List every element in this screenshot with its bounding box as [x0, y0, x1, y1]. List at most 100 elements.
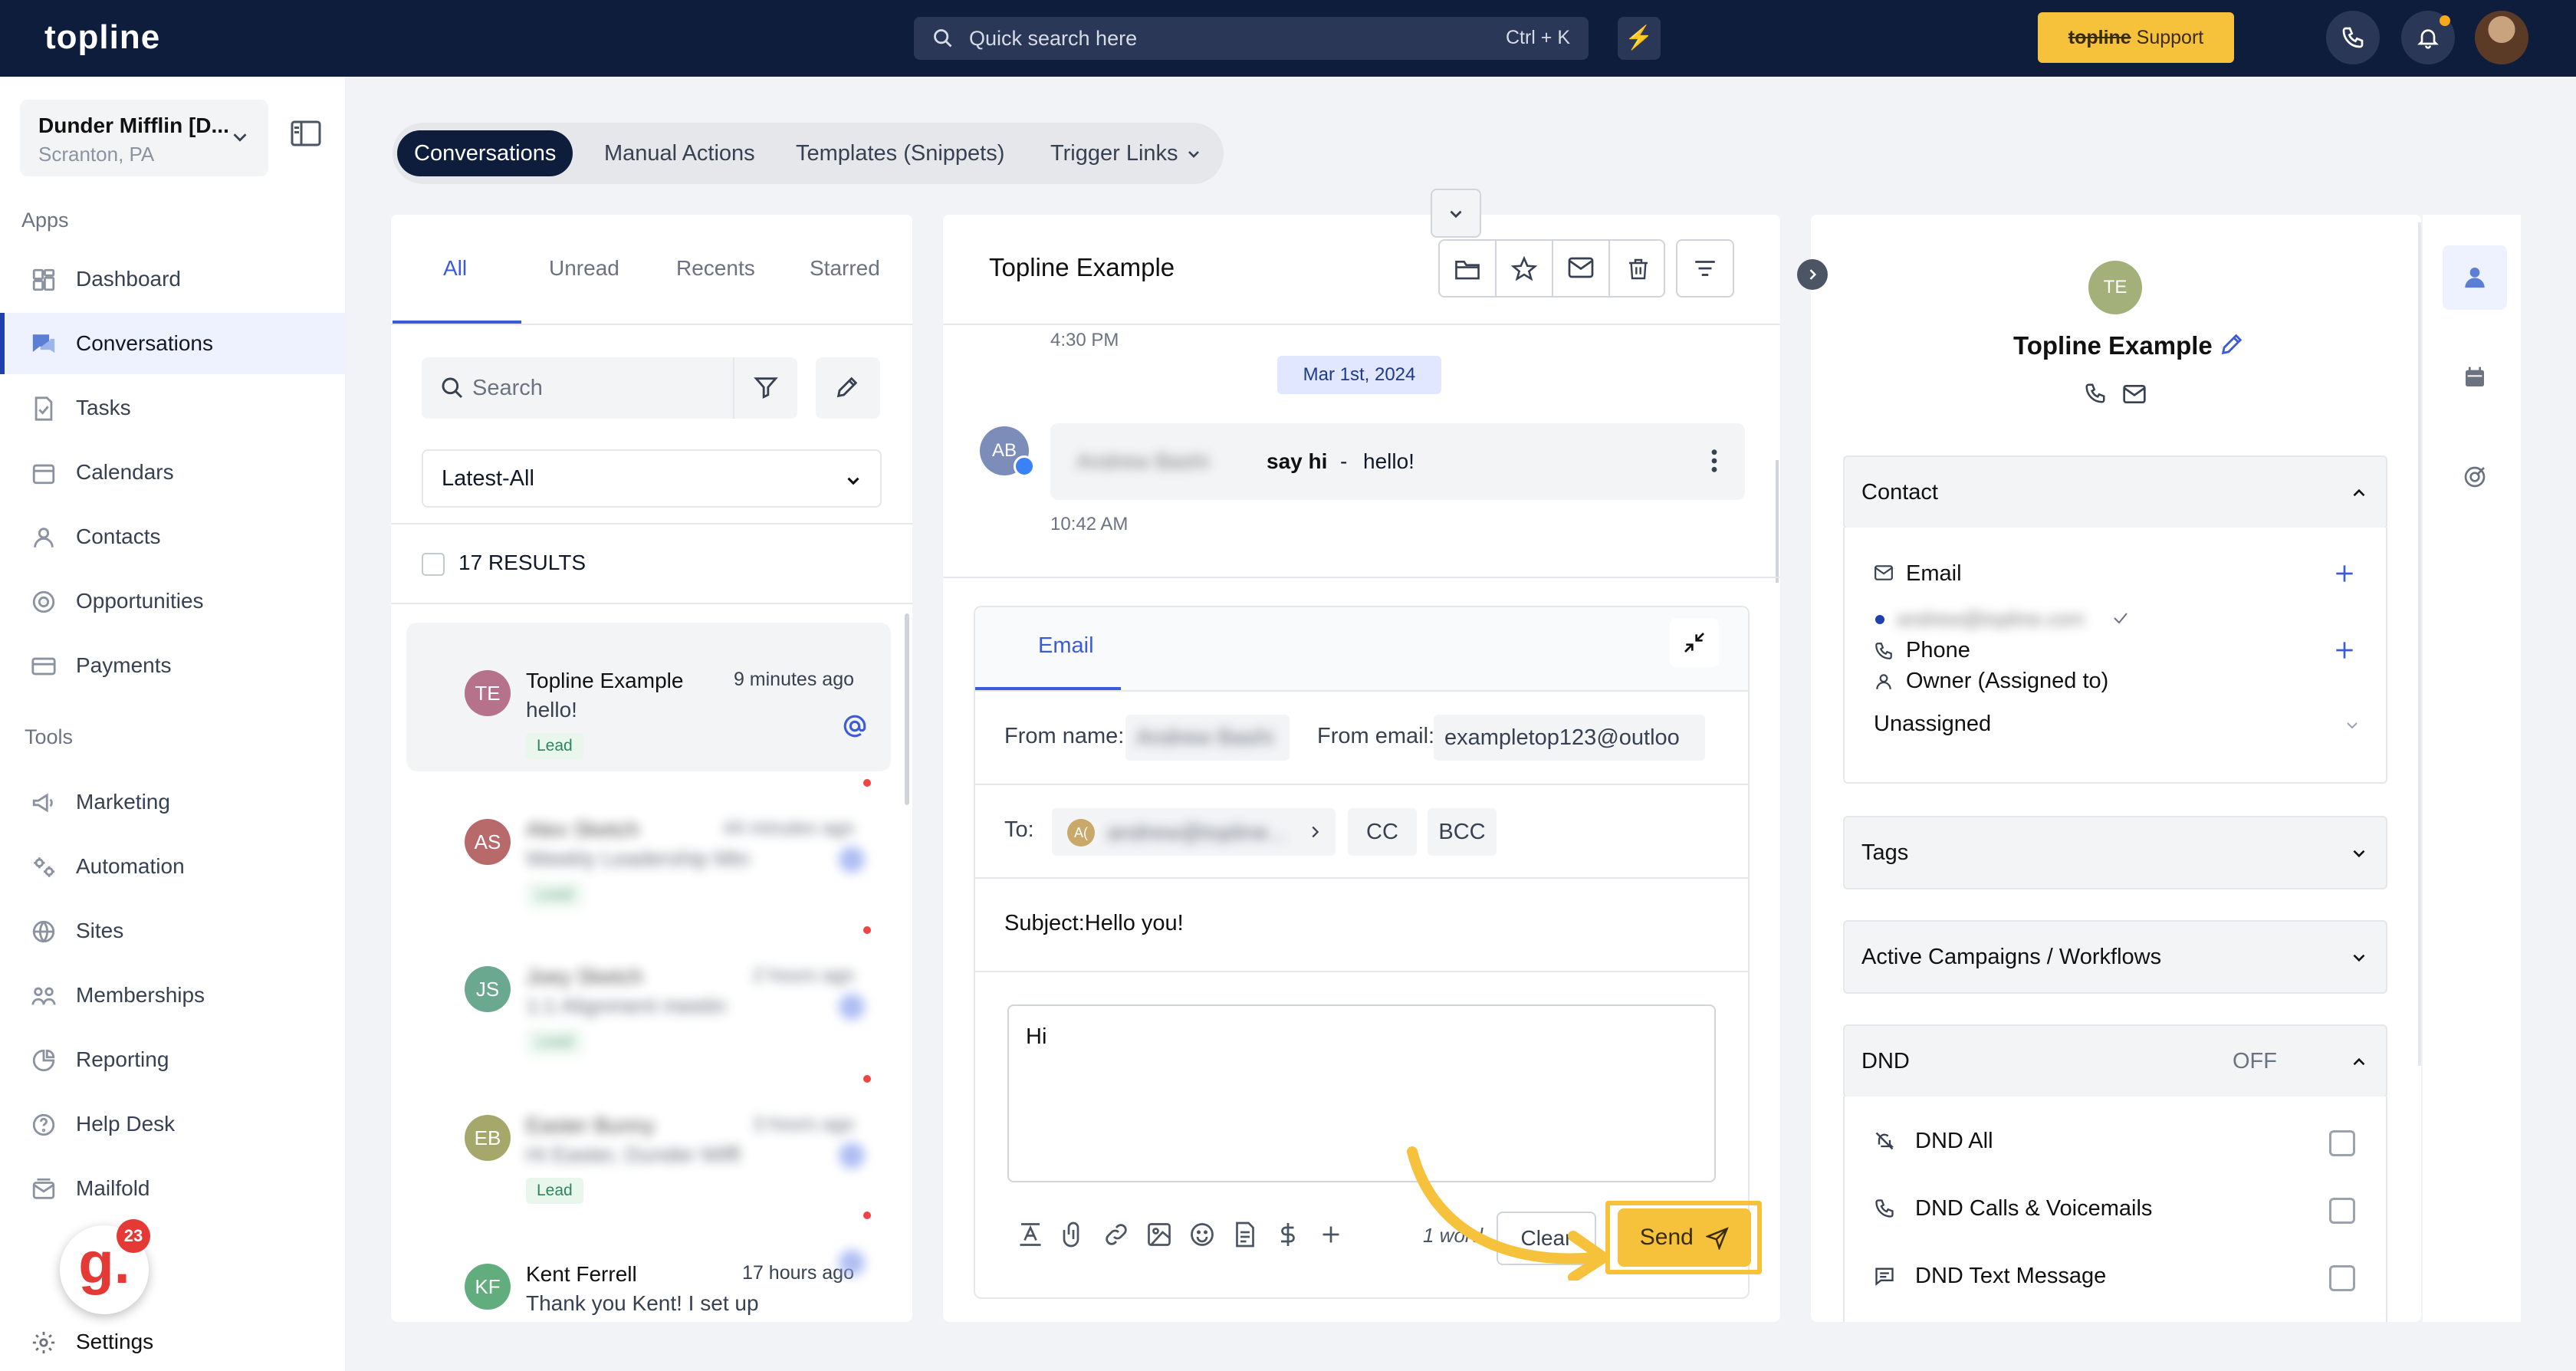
sidebar-item-mailfold[interactable]: Mailfold — [0, 1158, 345, 1219]
dnd-section-header[interactable]: DND OFF — [1843, 1024, 2387, 1098]
more-vertical-icon[interactable] — [1710, 448, 1719, 474]
contact-scrollbar[interactable] — [2418, 222, 2421, 1066]
envelope-icon[interactable] — [2122, 383, 2147, 405]
dnd-calls-checkbox[interactable] — [2329, 1198, 2355, 1224]
group-icon — [31, 987, 56, 1005]
tab-manual-actions[interactable]: Manual Actions — [587, 130, 772, 176]
owner-select[interactable]: Unassigned — [1874, 705, 2361, 748]
filter-tab-all[interactable]: All — [443, 256, 467, 281]
last-message: 1:1 Alignment meetin — [526, 994, 727, 1018]
recipient-chip[interactable]: A( andrew@topline... — [1052, 808, 1336, 856]
sidebar-item-opportunities[interactable]: Opportunities — [0, 570, 345, 632]
phone-icon[interactable] — [2084, 382, 2107, 405]
account-switcher[interactable]: Dunder Mifflin [D... Scranton, PA — [20, 100, 268, 176]
add-email-icon[interactable] — [2332, 561, 2357, 586]
dollar-icon[interactable] — [1274, 1221, 1302, 1248]
bcc-button[interactable]: BCC — [1428, 808, 1497, 856]
filter-button[interactable] — [733, 357, 797, 419]
conversation-search-input[interactable]: Search — [422, 357, 733, 419]
lead-tag: Lead — [526, 1029, 583, 1055]
chat-scrollbar[interactable] — [1776, 460, 1779, 583]
select-all-checkbox[interactable] — [422, 552, 445, 576]
chevron-down-icon — [1188, 151, 1199, 159]
notification-dot — [2440, 15, 2450, 26]
attachment-icon[interactable] — [1060, 1221, 1087, 1248]
opportunity-icon[interactable] — [2463, 465, 2487, 489]
lightning-icon[interactable]: ⚡ — [1618, 17, 1661, 60]
message-filter-button[interactable] — [1676, 239, 1734, 298]
support-label: Support — [2136, 27, 2204, 48]
composer-tab-email[interactable]: Email — [1038, 633, 1094, 659]
mark-unread-button[interactable] — [1553, 241, 1610, 296]
filter-tab-unread[interactable]: Unread — [549, 256, 619, 281]
from-name-field[interactable]: Andrew Bashi — [1125, 715, 1290, 761]
collapse-panel-button[interactable] — [1797, 259, 1828, 290]
sidebar-item-contacts[interactable]: Contacts — [0, 506, 345, 567]
campaigns-section-header[interactable]: Active Campaigns / Workflows — [1843, 920, 2387, 994]
conversation-item[interactable]: JS Joey Sketch 2 hours ago 1:1 Alignment me… — [406, 919, 891, 1067]
sidebar-item-calendars[interactable]: Calendars — [0, 442, 345, 503]
filter-tab-starred[interactable]: Starred — [810, 256, 880, 281]
text-format-icon[interactable] — [1017, 1221, 1044, 1248]
sidebar-item-help-desk[interactable]: Help Desk — [0, 1093, 345, 1155]
calendar-icon[interactable] — [2463, 365, 2487, 390]
tab-conversations[interactable]: Conversations — [397, 130, 573, 176]
star-button[interactable] — [1497, 241, 1553, 296]
sidebar-item-memberships[interactable]: Memberships — [0, 965, 345, 1026]
sidebar-item-dashboard[interactable]: Dashboard — [0, 248, 345, 310]
filter-tab-recents[interactable]: Recents — [676, 256, 755, 281]
delete-button[interactable] — [1610, 241, 1667, 296]
move-folder-button[interactable] — [1440, 241, 1497, 296]
conversation-item[interactable]: AS Alex Sketch 44 minutes ago Weekly Leader… — [406, 771, 891, 920]
rail-contact-button[interactable] — [2443, 245, 2507, 310]
tags-section-header[interactable]: Tags — [1843, 816, 2387, 889]
sidebar-collapse-icon[interactable] — [290, 120, 322, 147]
template-icon[interactable] — [1231, 1221, 1259, 1248]
quick-search-input[interactable]: Quick search here Ctrl + K — [914, 17, 1589, 60]
email-value[interactable]: andrew@topline.com — [1897, 607, 2085, 631]
from-email-field[interactable]: exampletop123@outloo — [1434, 715, 1705, 761]
phone-button[interactable] — [2326, 11, 2380, 64]
tab-trigger-links[interactable]: Trigger Links — [1033, 130, 1203, 176]
list-scrollbar[interactable] — [905, 613, 909, 805]
collapse-header-button[interactable] — [1431, 189, 1481, 238]
tab-templates[interactable]: Templates (Snippets) — [779, 130, 1021, 176]
sidebar-item-payments[interactable]: Payments — [0, 635, 345, 696]
edit-icon[interactable] — [2219, 331, 2245, 357]
compose-button[interactable] — [816, 357, 880, 419]
sidebar-item-sites[interactable]: Sites — [0, 900, 345, 962]
plus-icon[interactable] — [1317, 1221, 1345, 1248]
emoji-icon[interactable] — [1188, 1221, 1216, 1248]
notifications-button[interactable] — [2401, 11, 2455, 64]
user-avatar[interactable] — [2475, 11, 2528, 64]
support-button[interactable]: topline Support — [2038, 12, 2234, 63]
subject-field[interactable]: Subject:Hello you! — [1004, 911, 1184, 936]
sidebar-item-settings[interactable]: Settings — [0, 1311, 345, 1371]
from-name-label: From name: — [1004, 724, 1125, 748]
chat-title: Topline Example — [989, 253, 1175, 281]
sort-select[interactable]: Latest-All — [422, 449, 882, 508]
cc-button[interactable]: CC — [1348, 808, 1417, 856]
dnd-all-checkbox[interactable] — [2329, 1130, 2355, 1156]
minimize-composer-button[interactable] — [1670, 618, 1719, 667]
sidebar-item-label: Opportunities — [76, 589, 204, 613]
contact-avatar: EB — [465, 1115, 511, 1161]
conversation-item[interactable]: KF Kent Ferrell 17 hours ago Thank you Kent… — [406, 1212, 891, 1365]
contact-section-header[interactable]: Contact — [1843, 455, 2387, 529]
sidebar-item-reporting[interactable]: Reporting — [0, 1029, 345, 1090]
sidebar: Dunder Mifflin [D... Scranton, PA Apps D… — [0, 77, 345, 1371]
sidebar-item-automation[interactable]: Automation — [0, 836, 345, 897]
sidebar-item-label: Memberships — [76, 983, 205, 1007]
link-icon[interactable] — [1102, 1221, 1130, 1248]
conversation-item[interactable]: EB Easter Bunny 3 hours ago Hi Easter, Dund… — [406, 1067, 891, 1216]
sidebar-item-label: Conversations — [76, 331, 213, 355]
app-logo[interactable]: topline — [44, 18, 160, 57]
contact-avatar: TE — [465, 670, 511, 716]
add-phone-icon[interactable] — [2332, 638, 2357, 662]
dnd-text-checkbox[interactable] — [2329, 1265, 2355, 1291]
conversation-item[interactable]: TE Topline Example 9 minutes ago hello! Lead — [406, 623, 891, 771]
sidebar-item-conversations[interactable]: Conversations — [0, 313, 345, 374]
sidebar-item-marketing[interactable]: Marketing — [0, 771, 345, 833]
sidebar-item-tasks[interactable]: Tasks — [0, 377, 345, 439]
image-icon[interactable] — [1145, 1221, 1173, 1248]
